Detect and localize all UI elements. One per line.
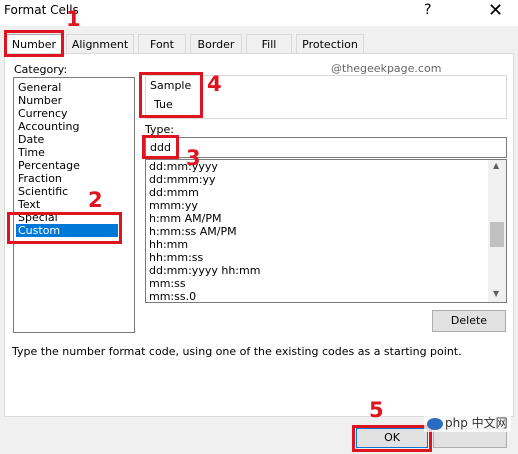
category-item-general[interactable]: General xyxy=(18,81,133,94)
format-item[interactable]: mm:ss xyxy=(149,277,186,290)
category-item-currency[interactable]: Currency xyxy=(18,107,133,120)
annotation-number-3: 3 xyxy=(186,146,201,170)
close-icon[interactable]: ✕ xyxy=(488,0,503,21)
category-item-fraction[interactable]: Fraction xyxy=(18,172,133,185)
format-item[interactable]: mm:ss.0 xyxy=(149,290,196,303)
format-item[interactable]: mmm:yy xyxy=(149,199,198,212)
category-item-percentage[interactable]: Percentage xyxy=(18,159,133,172)
php-cn-logo: php 中文网 xyxy=(424,414,511,432)
logo-mark-icon xyxy=(427,417,443,430)
tab-border[interactable]: Border xyxy=(190,34,242,54)
category-item-date[interactable]: Date xyxy=(18,133,133,146)
annotation-number-4: 4 xyxy=(207,72,222,96)
category-label: Category: xyxy=(14,63,68,76)
annotation-box-sample xyxy=(139,72,203,118)
category-item-time[interactable]: Time xyxy=(18,146,133,159)
tab-fill[interactable]: Fill xyxy=(246,34,292,54)
annotation-number-1: 1 xyxy=(66,7,81,31)
category-item-accounting[interactable]: Accounting xyxy=(18,120,133,133)
annotation-number-2: 2 xyxy=(88,188,103,212)
category-item-text[interactable]: Text xyxy=(18,198,133,211)
format-item[interactable]: h:mm AM/PM xyxy=(149,212,221,225)
annotation-box-type-input xyxy=(142,135,179,159)
help-icon[interactable]: ? xyxy=(424,2,431,18)
format-item[interactable]: h:mm:ss AM/PM xyxy=(149,225,237,238)
format-item[interactable]: dd:mm:yyyy xyxy=(149,160,218,173)
format-item[interactable]: dd:mmm xyxy=(149,186,199,199)
scrollbar-thumb[interactable] xyxy=(490,222,504,247)
hint-text: Type the number format code, using one o… xyxy=(12,345,462,358)
up-arrow-icon[interactable]: ▲ xyxy=(493,161,499,170)
format-item[interactable]: dd:mmm:yy xyxy=(149,173,216,186)
down-arrow-icon[interactable]: ▼ xyxy=(493,289,499,298)
tab-protection[interactable]: Protection xyxy=(296,34,364,54)
annotation-box-number-tab xyxy=(4,30,64,57)
annotation-box-ok xyxy=(352,425,432,452)
category-item-number[interactable]: Number xyxy=(18,94,133,107)
category-list[interactable]: General Number Currency Accounting Date … xyxy=(13,77,135,333)
annotation-number-5: 5 xyxy=(369,398,384,422)
delete-button[interactable]: Delete xyxy=(432,310,506,332)
format-item[interactable]: hh:mm xyxy=(149,238,188,251)
tab-alignment[interactable]: Alignment xyxy=(66,34,134,54)
category-item-scientific[interactable]: Scientific xyxy=(18,185,133,198)
tab-font[interactable]: Font xyxy=(138,34,186,54)
format-item[interactable]: hh:mm:ss xyxy=(149,251,203,264)
logo-text: php 中文网 xyxy=(445,416,508,430)
format-item[interactable]: dd:mm:yyyy hh:mm xyxy=(149,264,260,277)
annotation-box-custom xyxy=(7,212,122,244)
watermark-text: @thegeekpage.com xyxy=(331,62,442,75)
